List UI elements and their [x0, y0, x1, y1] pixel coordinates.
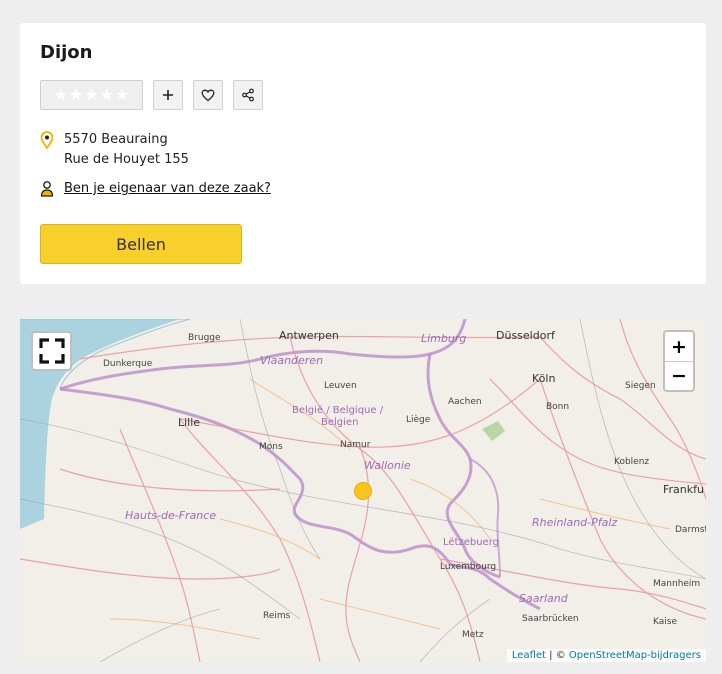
map-label: Mons: [259, 442, 283, 452]
heart-icon: [201, 89, 215, 101]
map-label: Limburg: [421, 332, 467, 345]
map-label: Kaise: [653, 617, 677, 627]
leaflet-link[interactable]: Leaflet: [512, 650, 546, 661]
map-pin-icon: [40, 131, 54, 149]
map-label: Köln: [532, 372, 556, 385]
favorite-button[interactable]: [193, 80, 223, 110]
map[interactable]: Antwerpen Düsseldorf Brugge Dunkerque Vl…: [20, 319, 706, 662]
map-label: Reims: [263, 611, 291, 621]
map-label: Luxembourg: [440, 562, 497, 572]
add-button[interactable]: [153, 80, 183, 110]
plus-icon: [163, 90, 173, 100]
map-label: Koblenz: [614, 457, 650, 467]
map-label: Dunkerque: [103, 359, 153, 369]
fullscreen-button[interactable]: [31, 331, 72, 371]
location-marker[interactable]: [354, 482, 372, 500]
star-icon[interactable]: ★: [54, 87, 68, 103]
attribution-separator: | ©: [545, 650, 569, 661]
map-label: Saarland: [519, 592, 568, 605]
zoom-control: + −: [663, 330, 695, 392]
map-label: Leuven: [324, 381, 357, 391]
share-button[interactable]: [233, 80, 263, 110]
map-label: Namur: [340, 440, 371, 450]
map-label: Belgien: [321, 417, 359, 428]
map-label: Lille: [178, 416, 201, 429]
person-icon: [40, 181, 54, 197]
map-label: Saarbrücken: [522, 614, 579, 624]
address-line-2: Rue de Houyet 155: [64, 152, 189, 167]
star-icon[interactable]: ★: [115, 87, 129, 103]
share-icon: [242, 88, 254, 102]
osm-link[interactable]: OpenStreetMap-bijdragers: [569, 650, 701, 661]
zoom-out-button[interactable]: −: [665, 361, 693, 390]
map-label: Siegen: [625, 381, 656, 391]
zoom-in-button[interactable]: +: [665, 332, 693, 361]
map-label: Antwerpen: [279, 329, 339, 342]
map-label: Hauts-de-France: [125, 509, 217, 522]
owner-claim-link[interactable]: Ben je eigenaar van deze zaak?: [64, 179, 271, 199]
map-label: Bonn: [546, 402, 570, 412]
owner-claim: Ben je eigenaar van deze zaak?: [40, 179, 271, 199]
map-label: Aachen: [448, 397, 482, 407]
star-icon[interactable]: ★: [84, 87, 98, 103]
map-label: Liège: [406, 415, 431, 425]
call-button[interactable]: Bellen: [40, 224, 242, 264]
map-label: Brugge: [188, 333, 221, 343]
map-label: Wallonie: [364, 459, 411, 472]
address: 5570 Beauraing Rue de Houyet 155: [40, 130, 189, 170]
map-label: Frankfu: [663, 483, 704, 496]
star-icon[interactable]: ★: [100, 87, 114, 103]
map-label: Vlaanderen: [260, 354, 324, 367]
map-label: Lëtzebuerg: [443, 537, 499, 548]
map-label: Düsseldorf: [496, 329, 555, 342]
business-card: Dijon ★ ★ ★ ★ ★ 5570 Beauraing Rue de Ho…: [20, 23, 706, 284]
fullscreen-icon: [38, 338, 65, 364]
star-icon[interactable]: ★: [69, 87, 83, 103]
map-attribution: Leaflet | © OpenStreetMap-bijdragers: [506, 649, 706, 662]
map-label: Rheinland-Pfalz: [532, 516, 618, 529]
star-rating[interactable]: ★ ★ ★ ★ ★: [40, 80, 143, 110]
map-label: België / Belgique /: [292, 405, 384, 416]
business-name: Dijon: [40, 42, 93, 63]
map-label: Mannheim: [653, 579, 701, 589]
map-label: Metz: [462, 630, 484, 640]
address-line-1: 5570 Beauraing: [64, 132, 168, 147]
map-label: Darmst: [675, 525, 706, 535]
